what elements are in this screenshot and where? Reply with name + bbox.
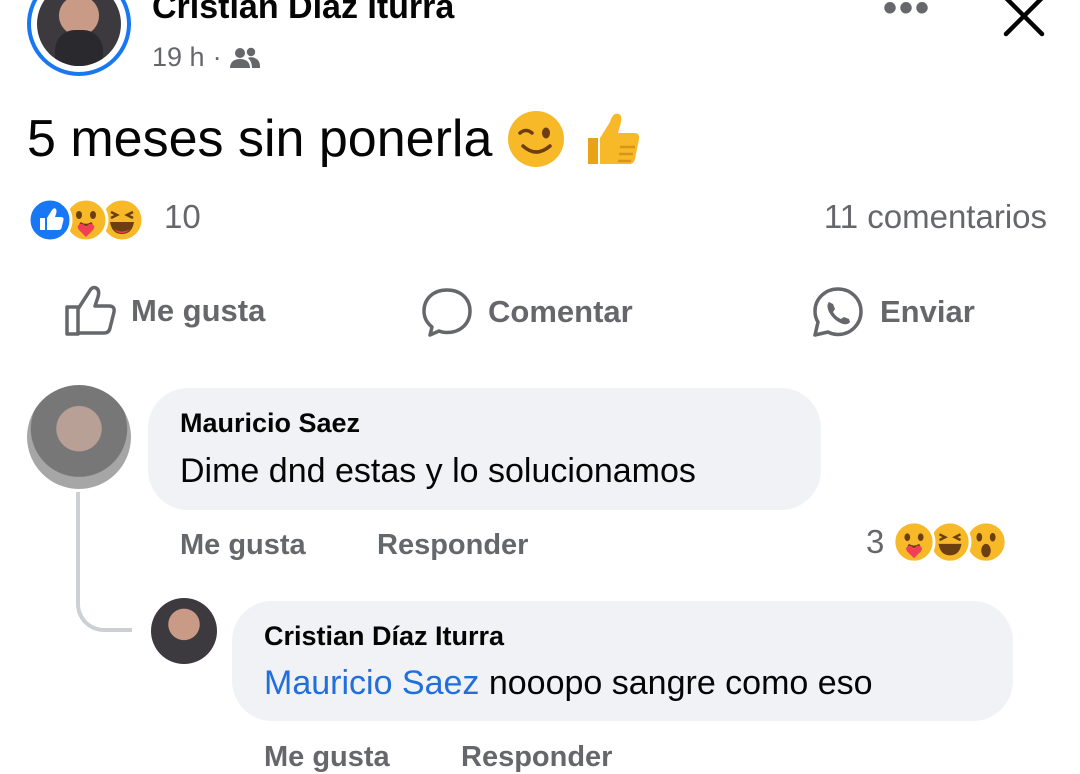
close-icon[interactable] xyxy=(1000,0,1048,40)
post-time[interactable]: 19 h xyxy=(152,42,205,73)
reply-author[interactable]: Cristian Díaz Iturra xyxy=(264,621,504,652)
post-meta: 19 h · xyxy=(152,42,260,73)
comment-bubble-icon xyxy=(422,288,472,337)
whatsapp-icon xyxy=(813,287,863,337)
friends-icon xyxy=(229,47,260,68)
comment-author[interactable]: Mauricio Saez xyxy=(180,408,360,439)
reply-like-button[interactable]: Me gusta xyxy=(264,741,390,774)
reaction-count[interactable]: 10 xyxy=(164,198,201,236)
comment-label: Comentar xyxy=(488,294,633,329)
comment-like-button[interactable]: Me gusta xyxy=(180,529,306,562)
comment-reactions[interactable]: 3 xyxy=(866,520,1008,564)
care-reaction-icon xyxy=(892,520,936,564)
winking-face-emoji-icon xyxy=(508,111,565,167)
meta-separator: · xyxy=(212,42,222,72)
author-name[interactable]: Cristian Díaz Iturra xyxy=(152,0,454,27)
author-avatar-photo xyxy=(37,0,121,66)
commenter-avatar[interactable] xyxy=(27,385,131,489)
post-reactions[interactable] xyxy=(27,197,145,243)
reply-reply-button[interactable]: Responder xyxy=(461,741,612,774)
comment-reaction-count: 3 xyxy=(866,523,885,560)
comments-count[interactable]: 11 comentarios xyxy=(824,198,1047,236)
like-button[interactable]: Me gusta xyxy=(63,285,265,337)
reply-text-row: Mauricio Saez nooopo sangre como eso xyxy=(264,664,873,703)
post-text: 5 meses sin ponerla xyxy=(27,110,493,168)
reply-bubble: Cristian Díaz Iturra Mauricio Saez nooop… xyxy=(232,601,1013,721)
post-text-row: 5 meses sin ponerla xyxy=(27,108,642,170)
thumbs-up-icon xyxy=(65,285,116,336)
reply-author-avatar[interactable] xyxy=(151,598,217,664)
comment-reply-button[interactable]: Responder xyxy=(377,529,528,562)
mention-link[interactable]: Mauricio Saez xyxy=(264,664,479,702)
comment-bubble: Mauricio Saez Dime dnd estas y lo soluci… xyxy=(148,388,821,510)
comment-button[interactable]: Comentar xyxy=(420,285,633,339)
thread-connector-line xyxy=(76,492,132,632)
comment-text: Dime dnd estas y lo solucionamos xyxy=(180,452,696,490)
author-avatar[interactable] xyxy=(27,0,131,76)
thumbs-up-emoji-icon xyxy=(588,113,640,164)
like-reaction-icon xyxy=(27,197,73,243)
send-button[interactable]: Enviar xyxy=(810,285,975,339)
more-options-icon[interactable]: ••• xyxy=(883,0,931,31)
reply-text: nooopo sangre como eso xyxy=(479,664,873,702)
send-label: Enviar xyxy=(880,294,975,329)
like-label: Me gusta xyxy=(131,293,266,328)
